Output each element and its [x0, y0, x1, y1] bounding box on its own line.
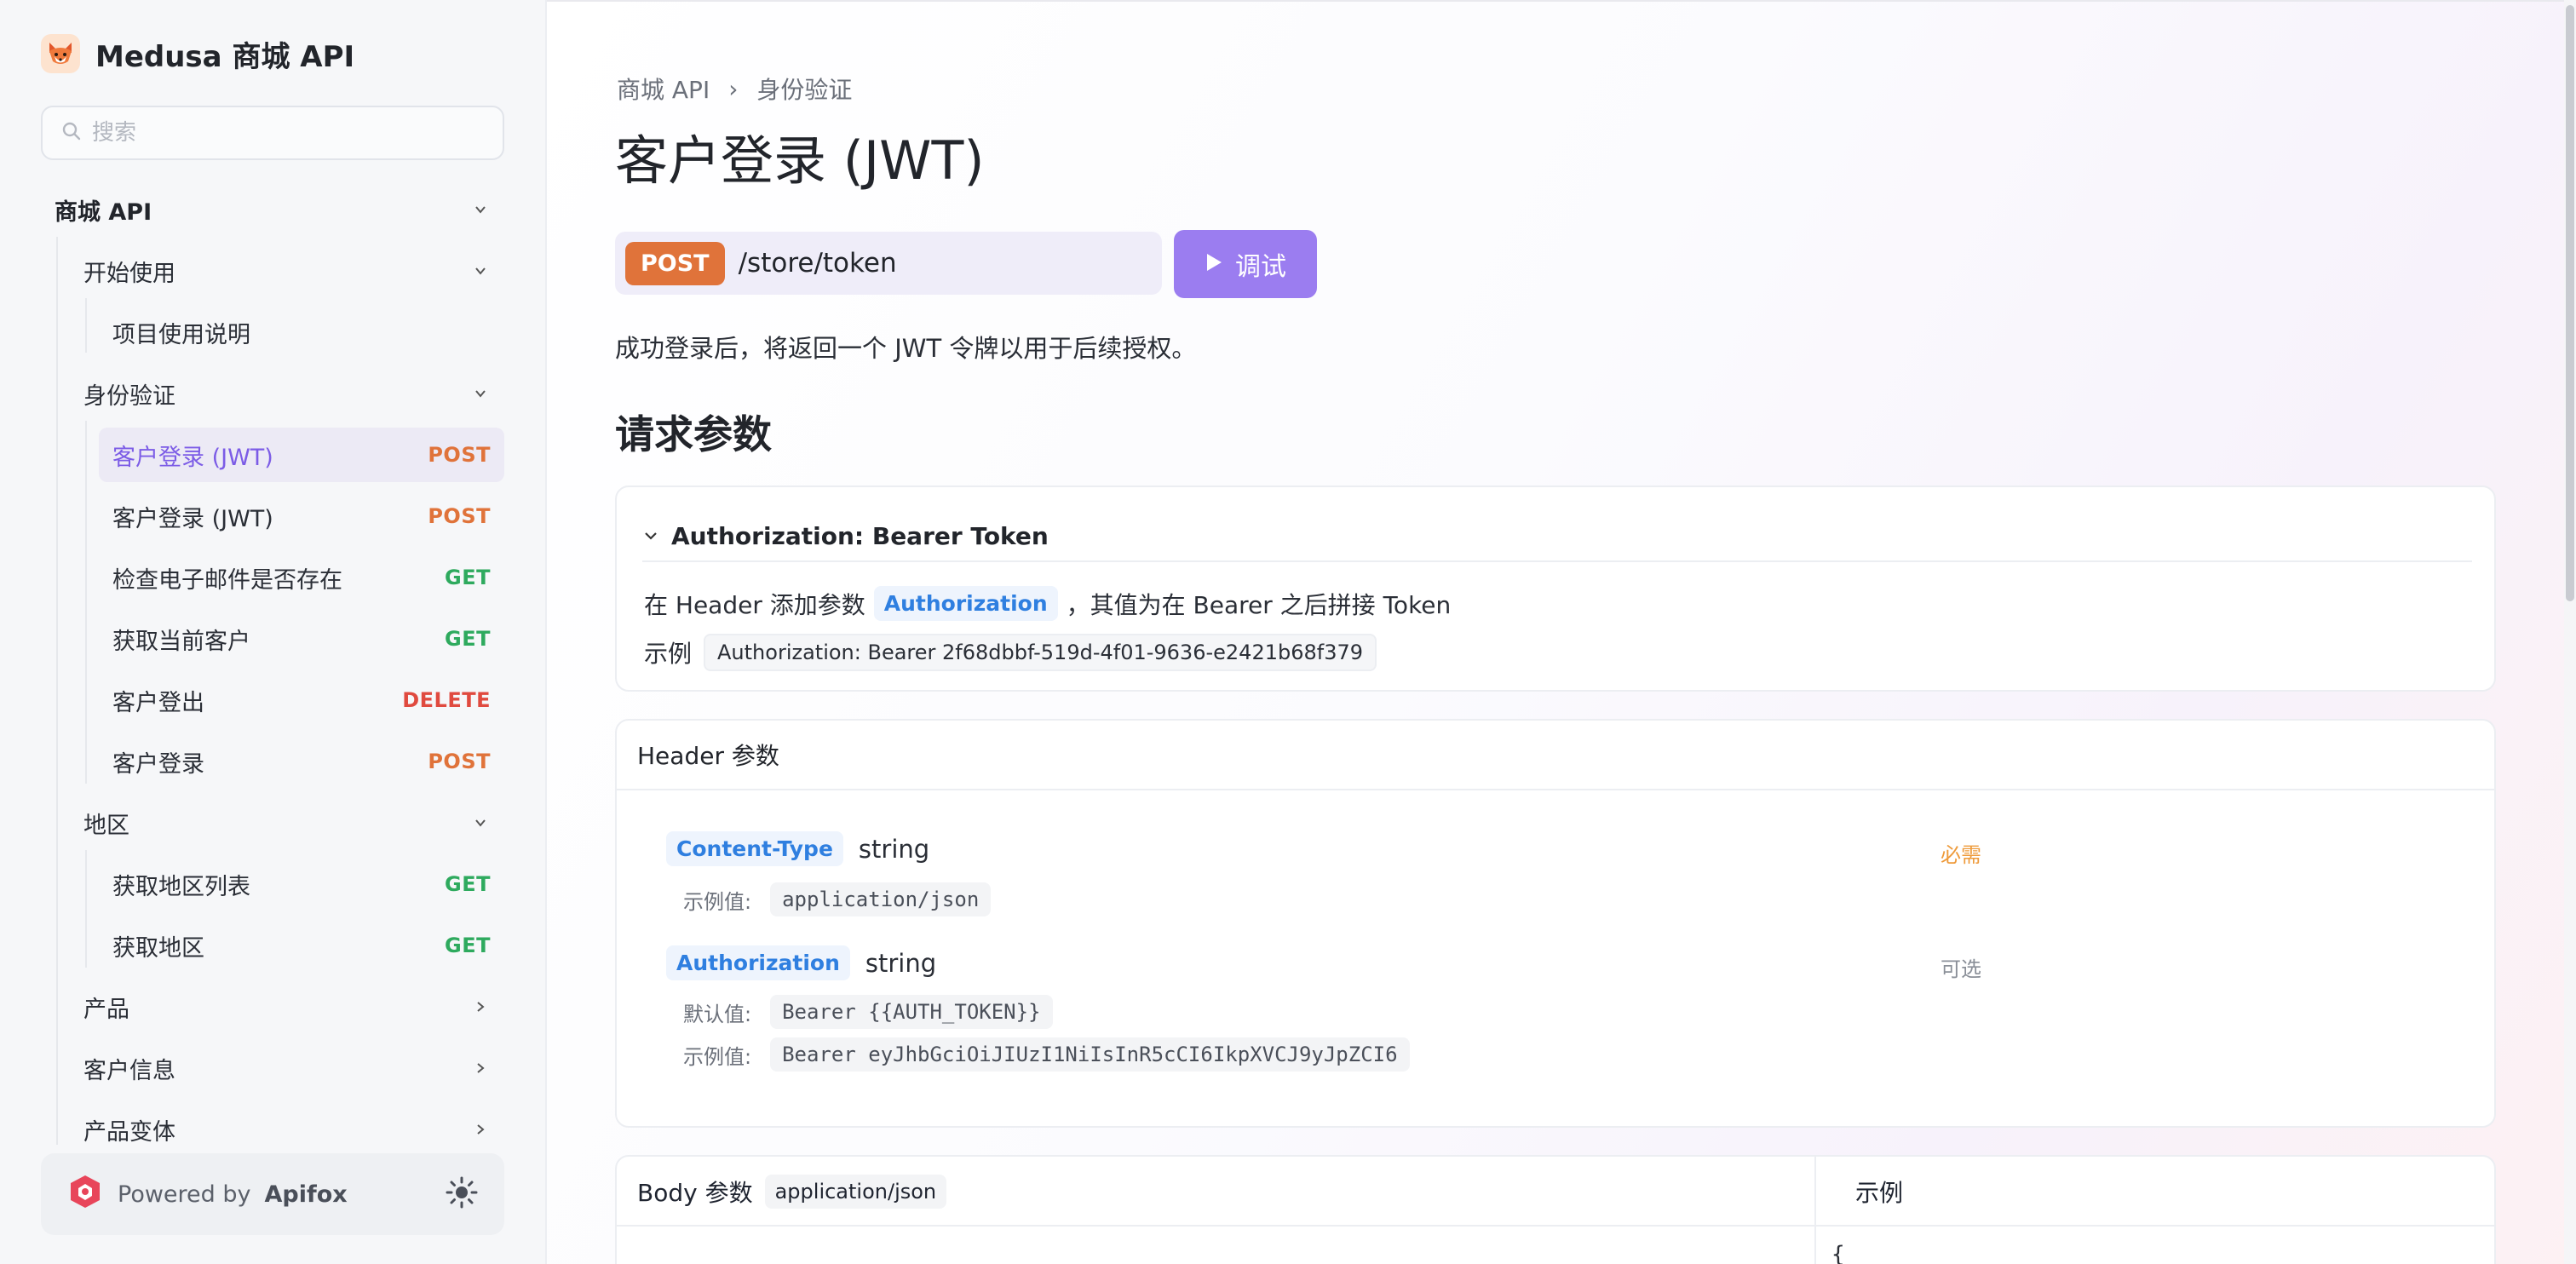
method-badge: GET	[445, 934, 491, 957]
nav-tree: 商城 API 开始使用 项目使用说明 身份验证 客户登录 (JWT) POST …	[41, 182, 504, 1145]
chevron-down-icon	[470, 261, 491, 281]
column-divider	[1814, 1157, 1816, 1264]
breadcrumb-root[interactable]: 商城 API	[617, 72, 710, 106]
chevron-right-icon	[470, 997, 491, 1017]
nav-item-list-regions[interactable]: 获取地区列表 GET	[41, 857, 504, 911]
body-params-title: Body 参数 application/json	[637, 1157, 947, 1227]
powered-by-link[interactable]: Powered by Apifox	[66, 1173, 348, 1216]
header-params-card: Header 参数 Content-Type string 必需 示例值: ap…	[615, 719, 2496, 1128]
method-badge: GET	[445, 627, 491, 651]
param-type: string	[858, 834, 930, 864]
auth-description: 在 Header 添加参数 Authorization ，其值为在 Bearer…	[644, 586, 1451, 621]
top-border	[547, 0, 2576, 2]
sidebar-footer: Powered by Apifox	[41, 1153, 504, 1235]
method-badge: POST	[625, 241, 725, 285]
header-params-title: Header 参数	[617, 721, 2494, 790]
breadcrumb: 商城 API › 身份验证	[617, 72, 852, 106]
auth-param-chip: Authorization	[873, 586, 1058, 621]
nav-group-product-variants[interactable]: 产品变体	[41, 1102, 504, 1145]
main-content: 商城 API › 身份验证 客户登录 (JWT) POST /store/tok…	[547, 0, 2576, 1264]
method-badge: GET	[445, 872, 491, 896]
content-type-chip: application/json	[764, 1175, 947, 1209]
nav-item-customer-login-jwt-active[interactable]: 客户登录 (JWT) POST	[99, 428, 504, 482]
auth-card: Authorization: Bearer Token 在 Header 添加参…	[615, 485, 2496, 692]
chevron-down-icon	[470, 383, 491, 404]
chevron-down-icon	[470, 813, 491, 833]
method-badge: POST	[428, 504, 491, 528]
auth-example-value[interactable]: Authorization: Bearer 2f68dbbf-519d-4f01…	[704, 634, 1377, 671]
breadcrumb-current[interactable]: 身份验证	[756, 72, 852, 106]
example-json-start: {	[1831, 1242, 1845, 1264]
chevron-down-icon	[470, 199, 491, 220]
chevron-down-icon	[642, 522, 659, 550]
required-flag: 必需	[1941, 843, 1981, 867]
breadcrumb-separator: ›	[728, 74, 739, 103]
method-badge: POST	[428, 443, 491, 467]
param-default-value[interactable]: Bearer {{AUTH_TOKEN}}	[770, 995, 1053, 1029]
nav-item-get-region[interactable]: 获取地区 GET	[41, 918, 504, 973]
param-content-type: Content-Type string	[666, 831, 929, 866]
sidebar: Medusa 商城 API 商城 API 开始使用 项目使用说明 身份验证 客户…	[0, 0, 547, 1264]
nav-item-customer-logout[interactable]: 客户登出 DELETE	[41, 673, 504, 727]
try-it-button[interactable]: 调试	[1174, 230, 1317, 298]
param-authorization: Authorization string	[666, 945, 936, 980]
theme-toggle-sun-icon[interactable]	[445, 1175, 479, 1213]
nav-group-products[interactable]: 产品	[41, 980, 504, 1034]
param-example-row: 示例值: Bearer eyJhbGciOiJIUzI1NiIsInR5cCI6…	[683, 1037, 1410, 1072]
search-icon	[61, 121, 82, 145]
param-default-row: 默认值: Bearer {{AUTH_TOKEN}}	[683, 995, 1053, 1029]
endpoint-description: 成功登录后，将返回一个 JWT 令牌以用于后续授权。	[615, 334, 1197, 363]
chevron-right-icon	[470, 1119, 491, 1140]
endpoint-bar[interactable]: POST /store/token	[615, 232, 1162, 295]
method-badge: DELETE	[402, 688, 491, 712]
method-badge: POST	[428, 750, 491, 773]
param-example-value[interactable]: Bearer eyJhbGciOiJIUzI1NiIsInR5cCI6IkpXV…	[770, 1037, 1410, 1072]
nav-group-customer-info[interactable]: 客户信息	[41, 1041, 504, 1095]
param-name[interactable]: Authorization	[666, 945, 850, 980]
search-input[interactable]	[92, 120, 484, 146]
param-type: string	[865, 948, 937, 978]
brand[interactable]: Medusa 商城 API	[41, 32, 354, 75]
example-column-title: 示例	[1855, 1179, 1904, 1207]
optional-flag: 可选	[1941, 957, 1981, 981]
param-example-row: 示例值: application/json	[683, 882, 992, 916]
scrollbar[interactable]	[2564, 0, 2576, 1264]
app-title: Medusa 商城 API	[95, 39, 355, 74]
nav-group-regions[interactable]: 地区	[41, 796, 504, 850]
page-title: 客户登录 (JWT)	[615, 129, 985, 192]
apifox-logo-icon	[66, 1173, 104, 1216]
body-params-card: Body 参数 application/json 示例 {	[615, 1155, 2496, 1264]
play-icon	[1205, 250, 1223, 279]
nav-item-project-guide[interactable]: 项目使用说明	[41, 305, 504, 359]
param-example-value[interactable]: application/json	[770, 882, 992, 916]
search-box[interactable]	[41, 106, 504, 160]
nav-item-check-email[interactable]: 检查电子邮件是否存在 GET	[41, 550, 504, 605]
section-request-params: 请求参数	[615, 411, 772, 457]
nav-group-store-api[interactable]: 商城 API	[41, 182, 504, 237]
param-name[interactable]: Content-Type	[666, 831, 843, 866]
nav-item-customer-login[interactable]: 客户登录 POST	[41, 734, 504, 789]
auth-example: 示例 Authorization: Bearer 2f68dbbf-519d-4…	[644, 634, 1377, 671]
endpoint-path[interactable]: /store/token	[739, 248, 897, 279]
nav-group-auth[interactable]: 身份验证	[41, 366, 504, 421]
nav-item-get-current-customer[interactable]: 获取当前客户 GET	[41, 612, 504, 666]
fox-logo-icon	[41, 34, 80, 73]
scrollbar-thumb[interactable]	[2566, 5, 2574, 601]
auth-toggle[interactable]: Authorization: Bearer Token	[642, 511, 2472, 562]
method-badge: GET	[445, 566, 491, 589]
chevron-right-icon	[470, 1058, 491, 1078]
nav-group-getting-started[interactable]: 开始使用	[41, 244, 504, 298]
nav-item-customer-login-jwt[interactable]: 客户登录 (JWT) POST	[41, 489, 504, 543]
